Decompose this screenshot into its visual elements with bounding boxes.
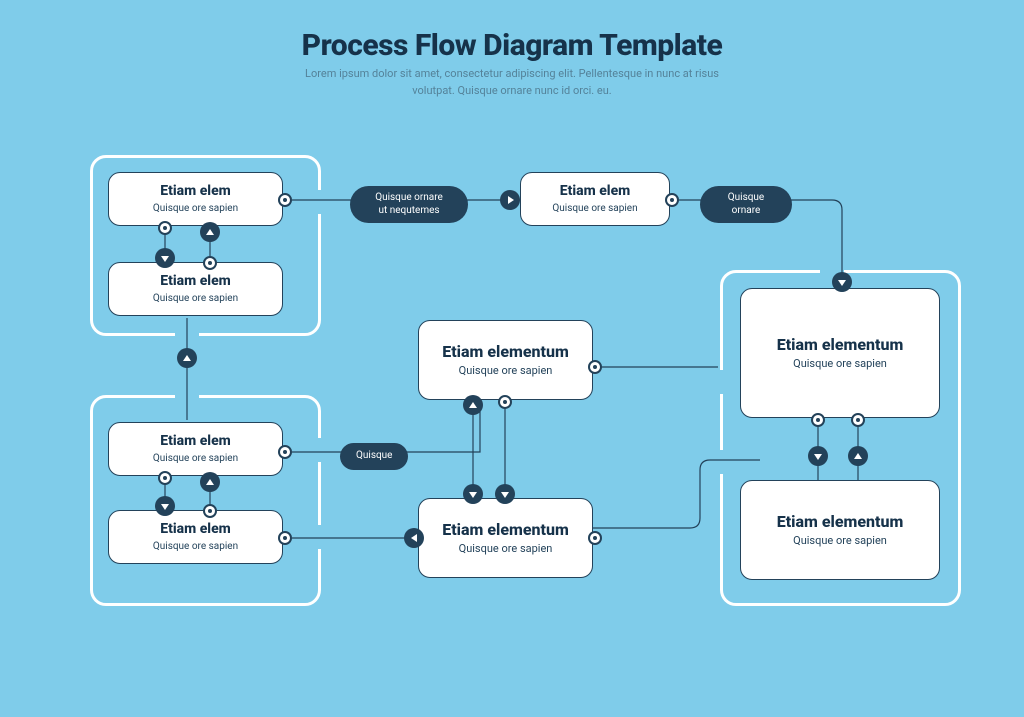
node-8: Etiam elementum Quisque ore sapien [740,288,940,418]
node-2-sub: Quisque ore sapien [153,292,238,305]
page-subtitle: Lorem ipsum dolor sit amet, consectetur … [0,66,1024,99]
arrow-up-icon [177,348,197,368]
diagram-stage: Process Flow Diagram Template Lorem ipsu… [0,0,1024,717]
node-1-title: Etiam elem [160,183,231,200]
pill-1-line-1: Quisque ornare [375,192,443,203]
subtitle-line-1: Lorem ipsum dolor sit amet, consectetur … [305,67,719,80]
arrow-down-icon [808,446,828,466]
pill-2-line-1: Quisque [728,192,764,203]
port-dot-icon [158,471,172,485]
pill-3-text: Quisque [356,450,392,461]
node-9-sub: Quisque ore sapien [793,534,887,548]
arrow-up-icon [200,472,220,492]
port-dot-icon [851,413,865,427]
port-dot-icon [278,193,292,207]
frame-notch [310,438,322,462]
arrow-down-icon [495,484,515,504]
node-7-sub: Quisque ore sapien [459,542,553,556]
subtitle-line-2: volutpat. Quisque ornare nunc id orci. e… [412,84,611,97]
node-4-title: Etiam elem [160,521,231,538]
pill-2-line-2: ornare [732,205,761,216]
port-dot-icon [665,193,679,207]
node-8-title: Etiam elementum [777,335,904,354]
arrow-down-icon [463,484,483,504]
node-1: Etiam elem Quisque ore sapien [108,172,283,226]
node-3-sub: Quisque ore sapien [153,452,238,465]
node-5-title: Etiam elem [560,183,631,200]
node-7-title: Etiam elementum [442,520,569,539]
node-3-title: Etiam elem [160,433,231,450]
port-dot-icon [278,445,292,459]
port-dot-icon [588,531,602,545]
frame-notch [175,390,199,402]
node-6: Etiam elementum Quisque ore sapien [418,320,593,400]
node-6-title: Etiam elementum [442,342,569,361]
node-3: Etiam elem Quisque ore sapien [108,422,283,476]
port-dot-icon [498,395,512,409]
node-1-sub: Quisque ore sapien [153,202,238,215]
node-2-title: Etiam elem [160,273,231,290]
node-9-title: Etiam elementum [777,512,904,531]
node-7: Etiam elementum Quisque ore sapien [418,498,593,578]
port-dot-icon [278,531,292,545]
arrow-up-icon [463,395,483,415]
node-2: Etiam elem Quisque ore sapien [108,262,283,316]
arrow-right-icon [500,190,520,210]
node-4-sub: Quisque ore sapien [153,540,238,553]
page-title: Process Flow Diagram Template [0,28,1024,63]
port-dot-icon [588,360,602,374]
node-9: Etiam elementum Quisque ore sapien [740,480,940,580]
node-5-sub: Quisque ore sapien [552,202,637,215]
node-5: Etiam elem Quisque ore sapien [520,172,670,226]
port-dot-icon [158,221,172,235]
frame-notch [310,190,322,214]
arrow-down-icon [155,248,175,268]
arrow-up-icon [848,446,868,466]
port-dot-icon [203,256,217,270]
arrow-down-icon [155,496,175,516]
pill-2: Quisque ornare [700,186,792,223]
port-dot-icon [811,413,825,427]
frame-notch [175,325,199,337]
frame-notch [715,370,727,394]
pill-3: Quisque [340,443,408,470]
port-dot-icon [203,504,217,518]
frame-notch [310,525,322,549]
pill-1: Quisque ornare ut nequtemes [350,186,468,223]
arrow-up-icon [200,222,220,242]
pill-1-line-2: ut nequtemes [378,205,439,216]
node-6-sub: Quisque ore sapien [459,364,553,378]
node-4: Etiam elem Quisque ore sapien [108,510,283,564]
arrow-down-icon [832,272,852,292]
arrow-left-icon [404,528,424,548]
node-8-sub: Quisque ore sapien [793,357,887,371]
frame-notch [715,450,727,474]
